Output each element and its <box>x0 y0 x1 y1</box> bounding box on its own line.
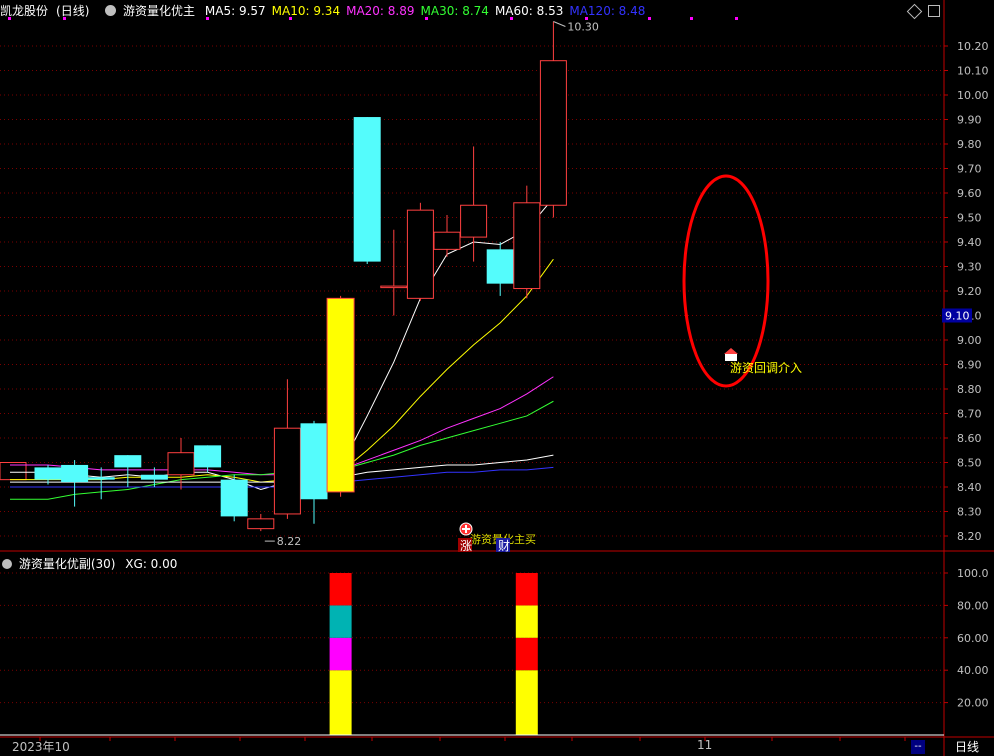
low-label: 8.22 <box>277 535 302 548</box>
ma-legend-ma20: MA20: 8.89 <box>346 4 415 18</box>
high-label: 10.30 <box>567 21 599 34</box>
price-tick-label: 9.90 <box>957 114 982 127</box>
candle-body[interactable] <box>114 455 142 468</box>
candle-body[interactable] <box>486 249 514 284</box>
date-left: 2023年10 <box>12 740 70 754</box>
sub-indicator-name[interactable]: 游资量化优副(30) <box>19 557 116 571</box>
candle-body[interactable] <box>406 209 434 299</box>
main-indicator-name[interactable]: 游资量化优主 <box>123 4 195 18</box>
candle-body[interactable] <box>220 479 248 517</box>
current-price-tag: 9.10 <box>945 310 970 323</box>
signal-bar-segment[interactable] <box>515 573 538 606</box>
stock-name[interactable]: 凯龙股份 (日线) <box>0 4 95 18</box>
candle-body[interactable] <box>300 423 328 500</box>
settings-gear-icon[interactable] <box>105 5 117 16</box>
candle-body[interactable] <box>433 231 461 250</box>
price-tick-label: 10.00 <box>957 89 989 102</box>
finance-tag[interactable]: 财 <box>498 539 510 553</box>
candle-body[interactable] <box>87 477 115 480</box>
ma-legend-ma120: MA120: 8.48 <box>569 4 646 18</box>
price-tick-label: 10.10 <box>957 65 989 78</box>
price-tick-label: 9.20 <box>957 285 982 298</box>
price-tick-label: 9.70 <box>957 163 982 176</box>
candle-body[interactable] <box>34 467 62 480</box>
price-tick-label: 9.00 <box>957 334 982 347</box>
date-month: 11 <box>697 738 713 752</box>
signal-bar-segment[interactable] <box>515 637 538 671</box>
price-tick-label: 10.20 <box>957 40 989 53</box>
sub-tick-label: 100.0 <box>957 567 989 580</box>
price-tick-label: 9.50 <box>957 212 982 225</box>
candle-body[interactable] <box>353 117 381 262</box>
house-icon <box>724 348 738 354</box>
ma-legend-ma5: MA5: 9.57 <box>204 4 266 18</box>
candle-body[interactable] <box>167 452 195 476</box>
signal-bar-segment[interactable] <box>329 605 352 638</box>
window-box-icon[interactable] <box>928 5 940 17</box>
signal-bar-segment[interactable] <box>515 605 538 638</box>
price-tick-label: 8.60 <box>957 432 982 445</box>
candle-body[interactable] <box>140 474 168 480</box>
chart-stage: 10.20 10.10 10.00 9.90 9.80 9.70 9.60 9.50 9.40 9… <box>0 0 994 756</box>
price-tick-label: 8.30 <box>957 506 982 519</box>
period-button[interactable]: 日线 <box>955 738 979 756</box>
sub-tick-label: 80.00 <box>957 599 989 612</box>
ma-legend: MA5: 9.57 MA10: 9.34 MA20: 8.89 MA30: 8.74 M… <box>205 4 652 18</box>
price-tick-label: 8.50 <box>957 457 982 470</box>
candle-body[interactable] <box>513 202 541 290</box>
price-tick-label: 8.20 <box>957 530 982 543</box>
sub-tick-label: 60.00 <box>957 632 989 645</box>
sub-tick-label: 20.00 <box>957 697 989 710</box>
main-header: 凯龙股份 (日线) 游资量化优主 MA5: 9.57 MA10: 9.34 MA20:… <box>0 2 657 18</box>
price-tick-label: 9.80 <box>957 138 982 151</box>
candle-body[interactable] <box>539 60 567 206</box>
ma-legend-ma30: MA30: 8.74 <box>420 4 489 18</box>
xg-value: XG: 0.00 <box>125 557 178 571</box>
sub-tick-label: 40.00 <box>957 664 989 677</box>
price-tick-label: 8.80 <box>957 383 982 396</box>
price-chart[interactable]: 10.20 10.10 10.00 9.90 9.80 9.70 9.60 9.50 9.40 9… <box>0 0 994 756</box>
signal-text: 游资回调介入 <box>730 361 802 375</box>
candle-body[interactable] <box>273 427 301 515</box>
house-icon-body <box>725 354 737 361</box>
minus-button[interactable]: -- <box>911 740 925 754</box>
candle-body[interactable] <box>326 297 355 493</box>
price-tick-label: 8.70 <box>957 408 982 421</box>
signal-bar-segment[interactable] <box>329 670 352 735</box>
signal-bar-segment[interactable] <box>329 637 352 671</box>
price-tick-label: 9.60 <box>957 187 982 200</box>
top-marker <box>735 17 738 20</box>
ma-legend-ma60: MA60: 8.53 <box>494 4 564 18</box>
signal-bar-segment[interactable] <box>329 573 352 606</box>
sub-settings-gear-icon[interactable] <box>2 559 12 569</box>
candle-body[interactable] <box>380 285 408 289</box>
candle-body[interactable] <box>194 445 222 468</box>
high-pointer <box>553 21 566 27</box>
candle-body[interactable] <box>247 518 275 530</box>
candle-body[interactable] <box>61 464 89 483</box>
limit-up-tag[interactable]: 涨 <box>460 538 472 553</box>
price-tick-label: 8.40 <box>957 481 982 494</box>
price-tick-label: 9.30 <box>957 261 982 274</box>
price-tick-label: 9.40 <box>957 236 982 249</box>
top-marker <box>690 17 693 20</box>
sub-header: 游资量化优副(30) XG: 0.00 <box>0 555 177 571</box>
signal-bar-segment[interactable] <box>515 670 538 735</box>
candle-body[interactable] <box>460 204 488 238</box>
price-tick-label: 8.90 <box>957 359 982 372</box>
ma-legend-ma10: MA10: 9.34 <box>271 4 341 18</box>
